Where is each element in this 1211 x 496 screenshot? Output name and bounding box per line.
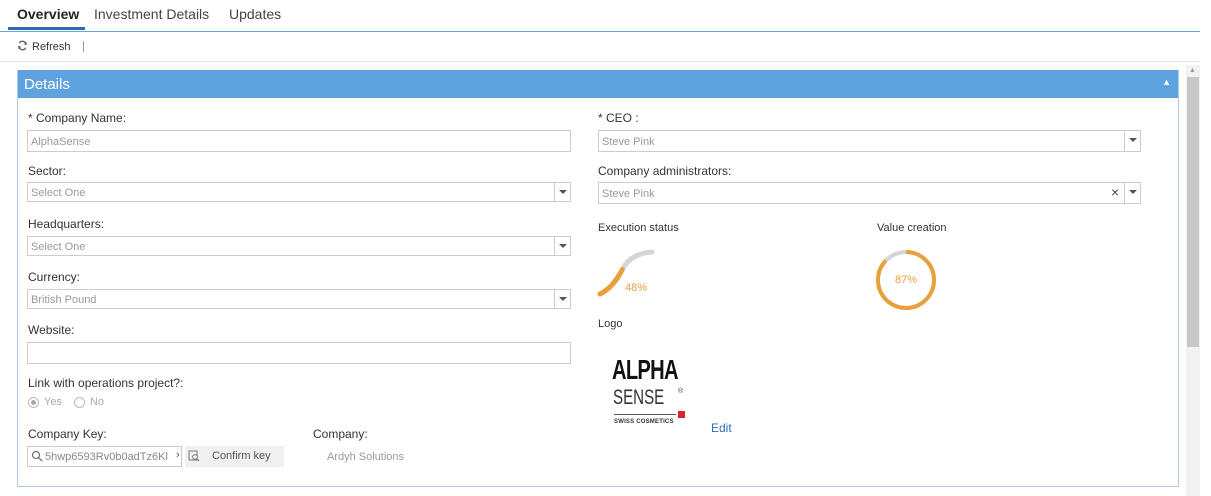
company-logo: ALPHA SENSE ® SWISS COSMETICS <box>607 351 687 433</box>
tab-bar: Overview Investment Details Updates <box>0 0 1200 32</box>
logo-tagline: SWISS COSMETICS <box>614 419 674 425</box>
sector-select[interactable]: Select One <box>27 182 571 202</box>
value-creation-label: Value creation <box>877 222 947 234</box>
panel-header: Details ▲ <box>18 70 1178 98</box>
chevron-down-icon[interactable] <box>1124 131 1140 151</box>
refresh-label: Refresh <box>32 41 71 53</box>
chevron-down-icon[interactable] <box>1124 183 1140 203</box>
chevron-down-icon[interactable] <box>554 183 570 201</box>
scrollbar-thumb[interactable] <box>1187 77 1199 347</box>
website-input[interactable] <box>27 342 571 364</box>
company-key-input[interactable]: 5hwp6593Rv0b0adTz6Kl <box>27 446 182 467</box>
radio-yes-label: Yes <box>44 396 62 408</box>
company-name-value: AlphaSense <box>31 136 91 148</box>
radio-no-label: No <box>89 396 105 408</box>
toolbar-divider <box>83 41 84 52</box>
logo-registered: ® <box>678 388 684 395</box>
clear-icon[interactable]: × <box>1111 184 1119 200</box>
logo-line-1: ALPHA <box>612 354 679 385</box>
confirm-key-label: Confirm key <box>212 450 271 462</box>
tab-updates[interactable]: Updates <box>229 6 281 22</box>
execution-status-value: 48% <box>625 282 648 294</box>
ceo-value: Steve Pink <box>602 136 655 148</box>
link-ops-label: Link with operations project?: <box>28 376 184 390</box>
logo-label: Logo <box>598 318 623 330</box>
execution-status-label: Execution status <box>598 222 679 234</box>
value-creation-value: 87% <box>895 274 918 286</box>
refresh-icon <box>17 40 28 54</box>
administrators-label: Company administrators: <box>598 164 732 178</box>
toolbar: Refresh <box>0 32 1200 62</box>
chevron-down-icon[interactable] <box>554 290 570 308</box>
confirm-key-icon <box>188 450 200 465</box>
chevron-down-icon[interactable] <box>554 237 570 255</box>
panel-title: Details <box>24 76 70 93</box>
vertical-scrollbar[interactable]: ▲ <box>1186 65 1200 496</box>
ceo-select[interactable]: Steve Pink <box>598 130 1141 152</box>
logo-edit-link[interactable]: Edit <box>711 421 732 435</box>
company-value: Ardyh Solutions <box>327 451 405 463</box>
chevron-right-icon: › <box>176 449 180 461</box>
company-name-input[interactable]: AlphaSense <box>27 130 571 152</box>
headquarters-select[interactable]: Select One <box>27 236 571 256</box>
company-key-label: Company Key: <box>28 427 107 441</box>
refresh-button[interactable]: Refresh <box>17 40 71 54</box>
radio-no[interactable] <box>73 396 85 408</box>
sector-label: Sector: <box>28 164 67 178</box>
scroll-up-icon[interactable]: ▲ <box>1189 67 1196 74</box>
logo-line-2: SENSE <box>613 386 665 409</box>
administrators-select[interactable]: Steve Pink × <box>598 182 1141 204</box>
sector-value: Select One <box>31 187 86 199</box>
company-label: Company: <box>313 427 368 441</box>
currency-value: British Pound <box>31 294 97 306</box>
tab-investment-details[interactable]: Investment Details <box>94 6 209 22</box>
currency-select[interactable]: British Pound <box>27 289 571 309</box>
company-key-value: 5hwp6593Rv0b0adTz6Kl <box>45 451 168 463</box>
active-tab-indicator <box>8 27 85 30</box>
headquarters-value: Select One <box>31 241 86 253</box>
logo-divider <box>614 414 676 415</box>
tab-overview[interactable]: Overview <box>17 6 79 22</box>
collapse-icon[interactable]: ▲ <box>1162 77 1171 87</box>
radio-yes[interactable] <box>28 396 39 408</box>
confirm-key-button[interactable]: Confirm key <box>185 446 284 467</box>
website-label: Website: <box>28 323 75 337</box>
headquarters-label: Headquarters: <box>28 217 105 231</box>
link-ops-radio-group: Yes No <box>28 396 104 408</box>
ceo-label: * CEO : <box>598 111 639 125</box>
administrators-value: Steve Pink <box>602 188 655 200</box>
search-icon <box>31 450 43 465</box>
company-name-label: * Company Name: <box>28 111 127 125</box>
swiss-flag-icon <box>678 411 685 418</box>
currency-label: Currency: <box>28 270 81 284</box>
